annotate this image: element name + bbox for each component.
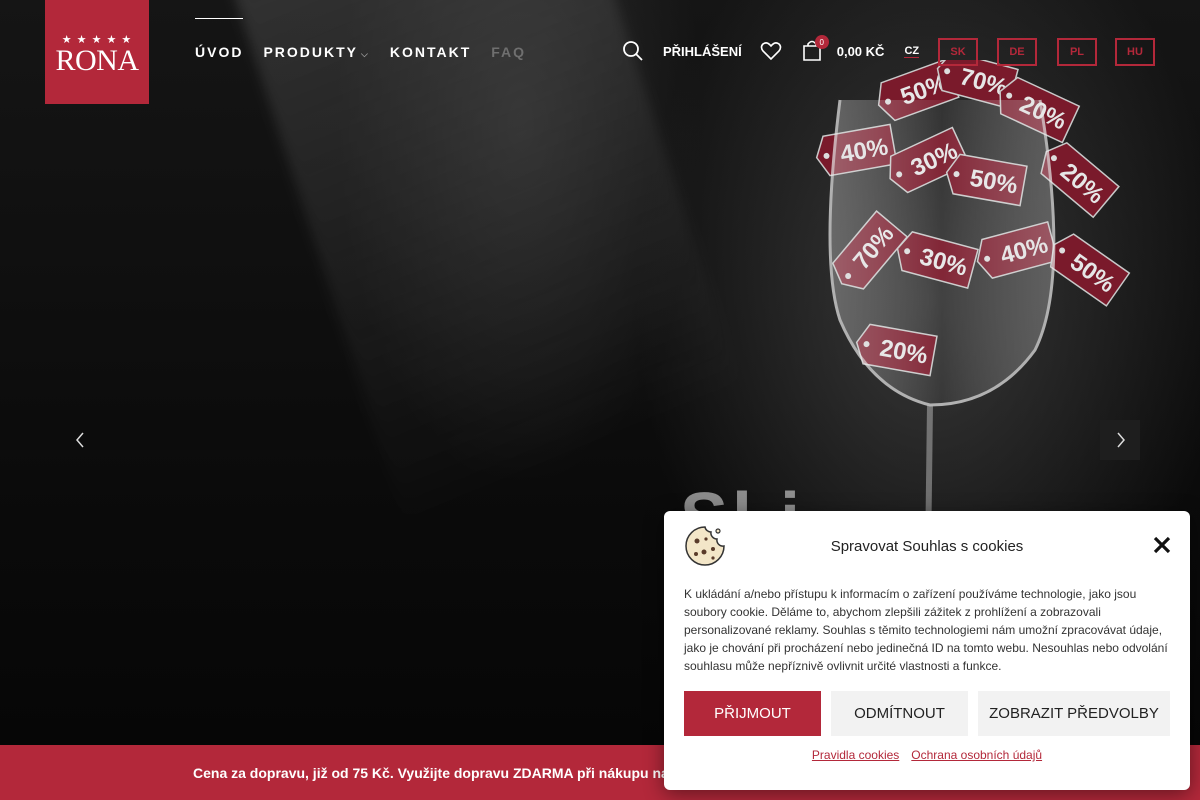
- modal-buttons: PŘIJMOUT ODMÍTNOUT ZOBRAZIT PŘEDVOLBY: [684, 691, 1170, 736]
- privacy-policy-link[interactable]: Ochrana osobních údajů: [911, 748, 1042, 762]
- header-tools: PŘIHLÁŠENÍ 0 0,00 KČ CZ: [622, 35, 920, 64]
- cart-count-badge: 0: [814, 35, 829, 49]
- nav-label: PRODUKTY: [263, 44, 359, 60]
- close-icon[interactable]: [1152, 535, 1172, 555]
- nav-label: ÚVOD: [195, 44, 244, 60]
- slider-prev-button[interactable]: [72, 430, 90, 450]
- cookie-policy-link[interactable]: Pravidla cookies: [812, 748, 899, 762]
- cookie-icon: [684, 525, 726, 572]
- wine-glass-sale-image: 50%70%20%40%30%50%20%70%30%40%50%20%: [815, 60, 1131, 560]
- deny-button[interactable]: ODMÍTNOUT: [831, 691, 968, 736]
- cart-button[interactable]: 0: [801, 35, 829, 64]
- nav-item-faq[interactable]: FAQ: [491, 18, 526, 60]
- modal-links: Pravidla cookies Ochrana osobních údajů: [684, 748, 1170, 762]
- current-language[interactable]: CZ: [904, 45, 920, 58]
- search-icon[interactable]: [622, 38, 644, 64]
- cookie-consent-modal: Spravovat Souhlas s cookies K ukládání a…: [664, 511, 1190, 790]
- chevron-right-icon: [1117, 432, 1125, 448]
- rona-logo[interactable]: ★ ★ ★ ★ ★ RONA: [45, 0, 149, 104]
- main-nav: ÚVOD PRODUKTY ⌵ KONTAKT FAQ: [195, 18, 526, 60]
- language-button-pl[interactable]: PL: [1057, 38, 1097, 66]
- nav-item-produkty[interactable]: PRODUKTY ⌵: [263, 18, 369, 60]
- nav-item-kontakt[interactable]: KONTAKT: [390, 18, 471, 60]
- modal-title: Spravovat Souhlas s cookies: [830, 537, 1024, 555]
- language-button-hu[interactable]: HU: [1115, 38, 1155, 66]
- nav-item-uvod[interactable]: ÚVOD: [195, 18, 244, 60]
- wishlist-heart-icon[interactable]: [760, 38, 782, 64]
- cart-total[interactable]: 0,00 KČ: [837, 44, 885, 59]
- nav-label: KONTAKT: [389, 44, 472, 60]
- chevron-down-icon: ⌵: [361, 49, 370, 59]
- login-link[interactable]: PŘIHLÁŠENÍ: [663, 44, 742, 59]
- shipping-info-text: Cena za dopravu, již od 75 Kč. Využijte …: [193, 764, 669, 781]
- modal-header: Spravovat Souhlas s cookies: [684, 511, 1172, 581]
- accept-button[interactable]: PŘIJMOUT: [684, 691, 821, 736]
- language-button-de[interactable]: DE: [997, 38, 1037, 66]
- view-preferences-button[interactable]: ZOBRAZIT PŘEDVOLBY: [978, 691, 1170, 736]
- sale-tag: 50%: [1049, 233, 1131, 307]
- slider-next-button[interactable]: [1100, 420, 1140, 460]
- logo-text: RONA: [55, 43, 139, 77]
- nav-label: FAQ: [491, 44, 527, 60]
- modal-body-text: K ukládání a/nebo přístupu k informacím …: [684, 587, 1168, 673]
- language-button-sk[interactable]: SK: [938, 38, 978, 66]
- chevron-left-icon: [76, 432, 84, 448]
